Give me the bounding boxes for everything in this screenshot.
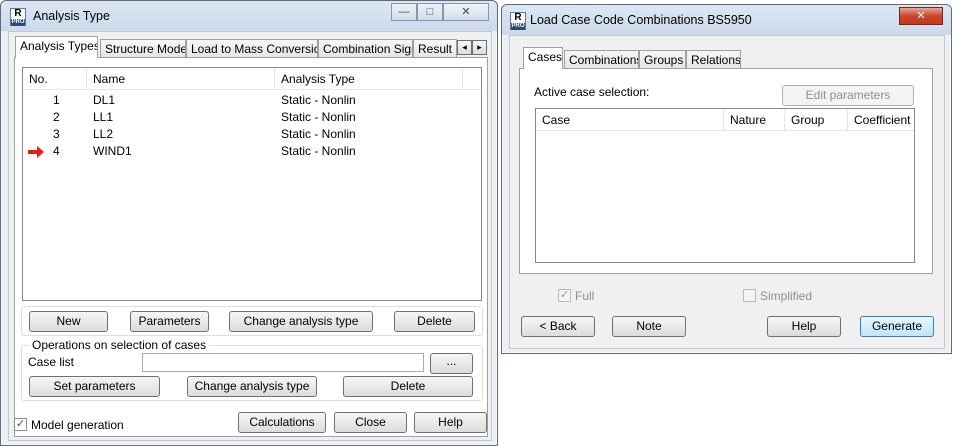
row-name: LL2 [93, 127, 114, 141]
row-no: 4 [53, 144, 60, 158]
parameters-button[interactable]: Parameters [130, 311, 209, 332]
table-row[interactable]: 3 LL2 Static - Nonlin [23, 126, 481, 143]
row-name: LL1 [93, 110, 114, 124]
edit-parameters-button[interactable]: Edit parameters [782, 85, 914, 106]
column-header-group[interactable]: Group [785, 109, 848, 131]
case-list-label: Case list [28, 355, 75, 369]
table-row[interactable]: 1 DL1 Static - Nonlin [23, 92, 481, 109]
maximize-button[interactable]: □ [417, 3, 443, 21]
active-case-selection-label: Active case selection: [534, 85, 650, 99]
row-no: 2 [53, 110, 60, 124]
generate-button[interactable]: Generate [860, 316, 934, 337]
tab-scroll-right-button[interactable]: ▸ [472, 40, 487, 55]
column-header-name[interactable]: Name [87, 68, 275, 90]
tab-load-to-mass-conversion[interactable]: Load to Mass Conversion [186, 39, 318, 59]
simplified-checkbox[interactable] [743, 289, 756, 302]
tab-result[interactable]: Result F [413, 39, 457, 59]
cases-page: Active case selection: Edit parameters C… [519, 68, 933, 274]
table-row[interactable]: 4 WIND1 Static - Nonlin [23, 143, 481, 160]
load-case-combinations-window: R PRO Load Case Code Combinations BS5950… [501, 4, 952, 354]
cases-list[interactable]: No. Name Analysis Type 1 DL1 Static - No… [22, 67, 482, 301]
column-header-nature[interactable]: Nature [724, 109, 785, 131]
row-analysis-type: Static - Nonlin [281, 93, 356, 107]
analysis-type-client: Analysis Types Structure Model Load to M… [8, 31, 492, 441]
close-button[interactable]: Close [334, 412, 407, 433]
tab-analysis-types[interactable]: Analysis Types [15, 36, 98, 58]
row-name: DL1 [93, 93, 116, 107]
tab-structure-model[interactable]: Structure Model [100, 39, 186, 59]
operations-legend: Operations on selection of cases [29, 338, 210, 352]
new-button[interactable]: New [29, 311, 108, 332]
cases-table-header: Case Nature Group Coefficient [536, 109, 914, 131]
full-label: Full [575, 289, 595, 303]
analysis-types-page: No. Name Analysis Type 1 DL1 Static - No… [14, 57, 488, 437]
case-list-input[interactable] [142, 353, 424, 372]
tab-relations[interactable]: Relations [686, 50, 741, 70]
row-name: WIND1 [93, 144, 132, 158]
current-case-arrow-icon [28, 146, 44, 158]
full-checkbox[interactable]: ✓ [558, 289, 571, 302]
help-button[interactable]: Help [767, 316, 841, 337]
browse-case-list-button[interactable]: ... [430, 353, 473, 374]
row-analysis-type: Static - Nonlin [281, 127, 356, 141]
close-window-button[interactable]: ✕ [443, 3, 489, 21]
load-case-combinations-title: Load Case Code Combinations BS5950 [530, 13, 752, 27]
cases-list-header: No. Name Analysis Type [23, 68, 481, 90]
close-window-button[interactable]: ✕ [899, 7, 943, 25]
change-analysis-type-button[interactable]: Change analysis type [229, 311, 373, 332]
tab-combinations[interactable]: Combinations [564, 50, 639, 70]
column-header-analysis-type[interactable]: Analysis Type [275, 68, 463, 90]
note-button[interactable]: Note [612, 316, 686, 337]
model-generation-label: Model generation [31, 418, 124, 432]
operations-delete-button[interactable]: Delete [343, 376, 473, 397]
robot-app-icon: R PRO [10, 8, 26, 26]
row-analysis-type: Static - Nonlin [281, 144, 356, 158]
analysis-type-window: R PRO Analysis Type — □ ✕ Analysis Types… [0, 0, 498, 446]
column-header-coefficient[interactable]: Coefficient [848, 109, 914, 131]
back-button[interactable]: < Back [521, 316, 595, 337]
row-analysis-type: Static - Nonlin [281, 110, 356, 124]
analysis-type-title: Analysis Type [33, 9, 110, 23]
column-header-case[interactable]: Case [536, 109, 724, 131]
robot-app-icon: R PRO [510, 12, 526, 30]
row-no: 3 [53, 127, 60, 141]
column-header-no[interactable]: No. [23, 68, 87, 90]
calculations-button[interactable]: Calculations [238, 412, 326, 433]
tab-combination-sign[interactable]: Combination Sign [318, 39, 413, 59]
tab-scroll-left-button[interactable]: ◂ [457, 40, 472, 55]
row-no: 1 [53, 93, 60, 107]
simplified-label: Simplified [760, 289, 813, 303]
minimize-button[interactable]: — [391, 3, 417, 21]
cases-table[interactable]: Case Nature Group Coefficient [535, 108, 915, 263]
model-generation-checkbox[interactable]: ✓ [14, 418, 27, 431]
set-parameters-button[interactable]: Set parameters [29, 376, 160, 397]
tab-groups[interactable]: Groups [639, 50, 686, 70]
table-row[interactable]: 2 LL1 Static - Nonlin [23, 109, 481, 126]
tab-cases[interactable]: Cases [523, 47, 563, 69]
load-case-combinations-client: Cases Combinations Groups Relations Acti… [509, 35, 945, 349]
help-button[interactable]: Help [414, 412, 487, 433]
operations-change-analysis-type-button[interactable]: Change analysis type [187, 376, 317, 397]
delete-button[interactable]: Delete [394, 311, 475, 332]
